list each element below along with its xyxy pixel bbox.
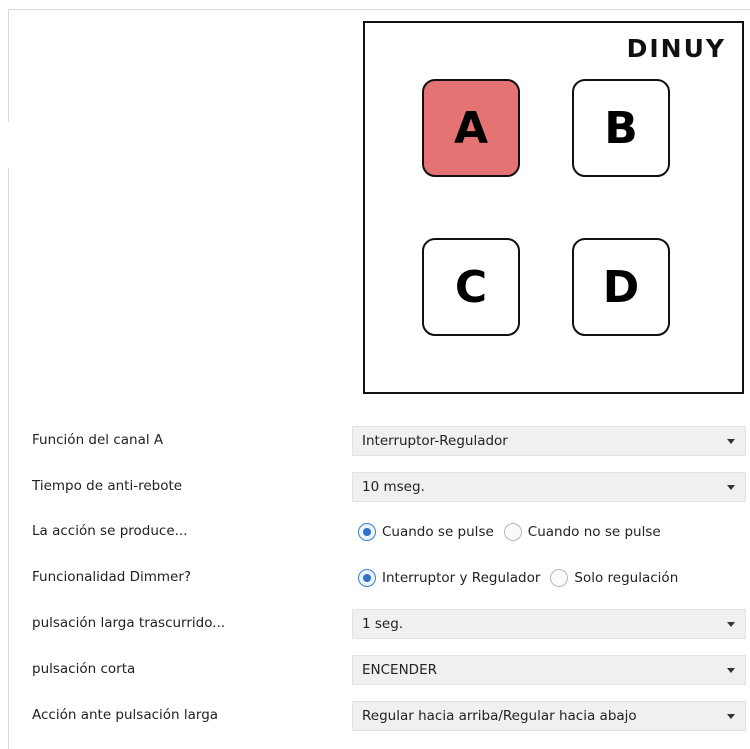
frame-top-border: [8, 9, 750, 10]
chevron-down-icon: [727, 622, 735, 627]
select-value: 10 mseg.: [362, 479, 425, 495]
key-c-button[interactable]: C: [422, 238, 520, 336]
chevron-down-icon: [727, 668, 735, 673]
keypad-panel: DINUY A B C D: [363, 21, 744, 394]
radio-unselected-icon: [503, 523, 522, 541]
select-value: 1 seg.: [362, 616, 404, 632]
larga-trascurrido-select[interactable]: 1 seg.: [352, 609, 746, 639]
select-value: Regular hacia arriba/Regular hacia abajo: [362, 708, 637, 724]
radio-cuando-se-pulse[interactable]: Cuando se pulse: [358, 523, 494, 541]
frame-left-border: [8, 9, 9, 122]
select-value: ENCENDER: [362, 662, 437, 678]
key-b-button[interactable]: B: [572, 79, 670, 177]
radio-selected-icon: [358, 523, 376, 541]
radio-solo-regulacion[interactable]: Solo regulación: [550, 569, 678, 587]
param-row-accion-larga: Acción ante pulsación larga Regular haci…: [0, 701, 750, 731]
chevron-down-icon: [727, 439, 735, 444]
radio-cuando-no-se-pulse[interactable]: Cuando no se pulse: [503, 523, 661, 541]
param-row-accion: La acción se produce... Cuando se pulse …: [0, 517, 750, 547]
select-value: Interruptor-Regulador: [362, 433, 508, 449]
param-label: Función del canal A: [32, 432, 164, 448]
param-row-funcion: Función del canal A Interruptor-Regulado…: [0, 426, 750, 456]
param-row-corta: pulsación corta ENCENDER: [0, 655, 750, 685]
funcion-select[interactable]: Interruptor-Regulador: [352, 426, 746, 456]
param-row-antirebote: Tiempo de anti-rebote 10 mseg.: [0, 472, 750, 502]
param-label: Tiempo de anti-rebote: [32, 478, 183, 494]
param-label: pulsación larga trascurrido...: [32, 615, 226, 631]
radio-label: Cuando no se pulse: [527, 524, 661, 540]
radio-selected-icon: [358, 569, 376, 587]
param-label: Funcionalidad Dimmer?: [32, 569, 192, 585]
dimmer-radio-group: Interruptor y Regulador Solo regulación: [358, 567, 688, 589]
radio-interruptor-regulador[interactable]: Interruptor y Regulador: [358, 569, 540, 587]
key-d-button[interactable]: D: [572, 238, 670, 336]
corta-select[interactable]: ENCENDER: [352, 655, 746, 685]
param-row-dimmer: Funcionalidad Dimmer? Interruptor y Regu…: [0, 563, 750, 593]
accion-larga-select[interactable]: Regular hacia arriba/Regular hacia abajo: [352, 701, 746, 731]
param-row-larga-trascurrido: pulsación larga trascurrido... 1 seg.: [0, 609, 750, 639]
accion-radio-group: Cuando se pulse Cuando no se pulse: [358, 521, 671, 543]
antirebote-select[interactable]: 10 mseg.: [352, 472, 746, 502]
radio-label: Interruptor y Regulador: [382, 570, 541, 586]
radio-unselected-icon: [550, 569, 569, 587]
key-a-button[interactable]: A: [422, 79, 520, 177]
radio-label: Solo regulación: [574, 570, 679, 586]
brand-logo: DINUY: [626, 34, 726, 63]
chevron-down-icon: [727, 714, 735, 719]
param-label: pulsación corta: [32, 661, 136, 677]
param-label: La acción se produce...: [32, 523, 188, 539]
param-label: Acción ante pulsación larga: [32, 707, 219, 723]
chevron-down-icon: [727, 485, 735, 490]
radio-label: Cuando se pulse: [382, 524, 494, 540]
